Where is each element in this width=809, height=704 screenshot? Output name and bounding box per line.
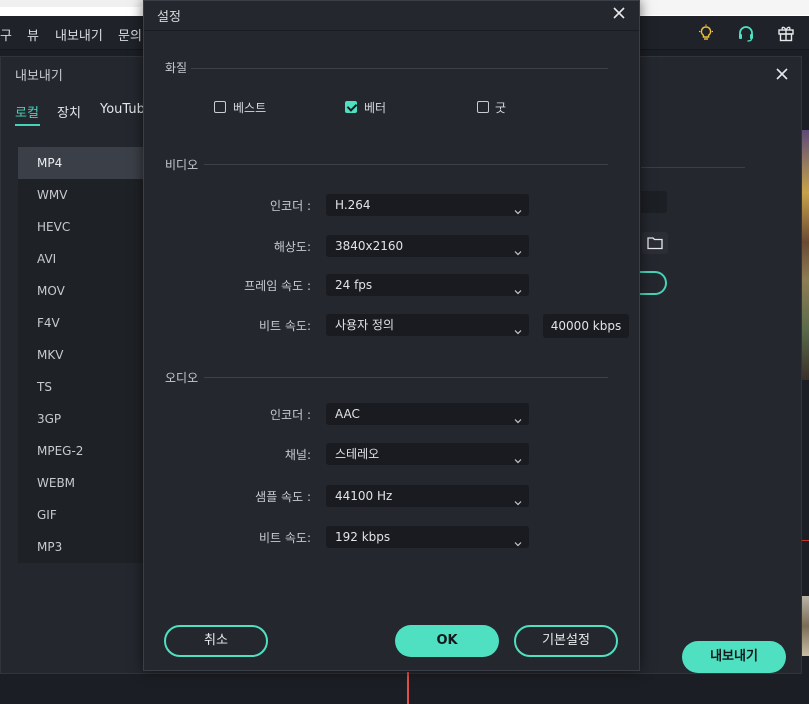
- video-bitrate-select[interactable]: 사용자 정의: [326, 314, 529, 336]
- preview-thumbnail: [802, 130, 809, 380]
- video-section-line: [204, 164, 608, 165]
- ok-button[interactable]: OK: [395, 625, 499, 657]
- samplerate-label: 샘플 속도 :: [255, 490, 311, 504]
- format-item-ts[interactable]: TS: [18, 371, 148, 403]
- format-item-mkv[interactable]: MKV: [18, 339, 148, 371]
- video-encoder-value: H.264: [335, 198, 371, 212]
- audio-encoder-select[interactable]: AAC: [326, 403, 529, 425]
- tab-local[interactable]: 로컬: [15, 102, 39, 121]
- export-button[interactable]: 내보내기: [682, 641, 786, 673]
- chevron-down-icon: [514, 410, 522, 424]
- chevron-down-icon: [514, 450, 522, 464]
- quality-best-label[interactable]: 베스트: [233, 99, 266, 116]
- video-bitrate-value: 사용자 정의: [335, 318, 395, 332]
- tab-device[interactable]: 장치: [57, 102, 81, 121]
- quality-better-checkbox[interactable]: [345, 101, 357, 113]
- format-item-hevc[interactable]: HEVC: [18, 211, 148, 243]
- format-list: MP4 WMV HEVC AVI MOV F4V MKV TS 3GP MPEG…: [18, 147, 148, 563]
- timeline-marker: [802, 540, 809, 541]
- chevron-down-icon: [514, 533, 522, 547]
- quality-good-checkbox[interactable]: [477, 101, 489, 113]
- audio-bitrate-value: 192 kbps: [335, 530, 391, 544]
- audio-encoder-label: 인코더 :: [270, 408, 311, 422]
- right-panel-divider: [641, 167, 745, 168]
- headset-icon[interactable]: [737, 24, 755, 42]
- video-section-label: 비디오: [165, 158, 199, 172]
- audio-encoder-value: AAC: [335, 407, 360, 421]
- quality-section-line: [191, 68, 608, 69]
- video-bitrate-label: 비트 속도:: [258, 319, 311, 333]
- video-encoder-select[interactable]: H.264: [326, 194, 529, 216]
- chevron-down-icon: [514, 242, 522, 256]
- close-icon[interactable]: [773, 65, 791, 83]
- lightbulb-icon[interactable]: [697, 24, 715, 42]
- channel-value: 스테레오: [335, 447, 380, 461]
- settings-dialog: 설정 화질 베스트 베터 굿 비디오 인코더 : H.264 해상도: 3840…: [143, 0, 640, 671]
- close-icon[interactable]: [610, 4, 628, 22]
- menu-item-tools[interactable]: 구: [0, 25, 12, 44]
- cancel-button[interactable]: 취소: [164, 625, 268, 657]
- samplerate-value: 44100 Hz: [335, 489, 393, 503]
- format-item-avi[interactable]: AVI: [18, 243, 148, 275]
- name-input-edge[interactable]: [641, 191, 667, 213]
- resolution-label: 해상도:: [273, 240, 311, 254]
- format-item-3gp[interactable]: 3GP: [18, 403, 148, 435]
- timeline-clip-thumbnail: [802, 596, 809, 656]
- format-item-mov[interactable]: MOV: [18, 275, 148, 307]
- menu-item-help[interactable]: 문의: [118, 25, 142, 44]
- audio-bitrate-select[interactable]: 192 kbps: [326, 526, 529, 548]
- video-encoder-label: 인코더 :: [270, 199, 311, 213]
- audio-section-line: [204, 377, 608, 378]
- quality-best-checkbox[interactable]: [214, 101, 226, 113]
- menu-item-export[interactable]: 내보내기: [55, 25, 103, 44]
- chevron-down-icon: [514, 321, 522, 335]
- format-item-mp4[interactable]: MP4: [18, 147, 148, 179]
- quality-good-label[interactable]: 굿: [495, 99, 506, 116]
- audio-section-label: 오디오: [165, 371, 199, 385]
- channel-select[interactable]: 스테레오: [326, 443, 529, 465]
- quality-section-label: 화질: [165, 61, 188, 75]
- format-item-f4v[interactable]: F4V: [18, 307, 148, 339]
- format-item-mpeg2[interactable]: MPEG-2: [18, 435, 148, 467]
- resolution-value: 3840x2160: [335, 239, 404, 253]
- dialog-header-separator: [144, 30, 639, 31]
- chevron-down-icon: [514, 201, 522, 215]
- framerate-select[interactable]: 24 fps: [326, 274, 529, 296]
- framerate-value: 24 fps: [335, 278, 373, 292]
- active-tab-underline: [15, 124, 40, 126]
- channel-label: 채널:: [284, 448, 311, 462]
- playhead-line[interactable]: [407, 672, 409, 704]
- format-item-webm[interactable]: WEBM: [18, 467, 148, 499]
- format-item-mp3[interactable]: MP3: [18, 531, 148, 563]
- default-settings-button[interactable]: 기본설정: [514, 625, 618, 657]
- gift-icon[interactable]: [777, 24, 795, 42]
- menu-item-view[interactable]: 뷰: [27, 25, 39, 44]
- format-item-gif[interactable]: GIF: [18, 499, 148, 531]
- browser-tab-shape: [0, 0, 145, 7]
- folder-icon: [647, 236, 663, 254]
- chevron-down-icon: [514, 492, 522, 506]
- quality-better-label[interactable]: 베터: [364, 99, 386, 116]
- video-bitrate-input[interactable]: 40000 kbps: [543, 314, 629, 338]
- resolution-select[interactable]: 3840x2160: [326, 235, 529, 257]
- browser-strip-right: [640, 0, 809, 15]
- export-window-title: 내보내기: [15, 69, 63, 84]
- chevron-down-icon: [514, 281, 522, 295]
- audio-bitrate-label: 비트 속도:: [258, 531, 311, 545]
- dialog-title: 설정: [157, 10, 181, 25]
- framerate-label: 프레임 속도 :: [244, 279, 311, 293]
- folder-button[interactable]: [642, 232, 668, 254]
- samplerate-select[interactable]: 44100 Hz: [326, 485, 529, 507]
- format-item-wmv[interactable]: WMV: [18, 179, 148, 211]
